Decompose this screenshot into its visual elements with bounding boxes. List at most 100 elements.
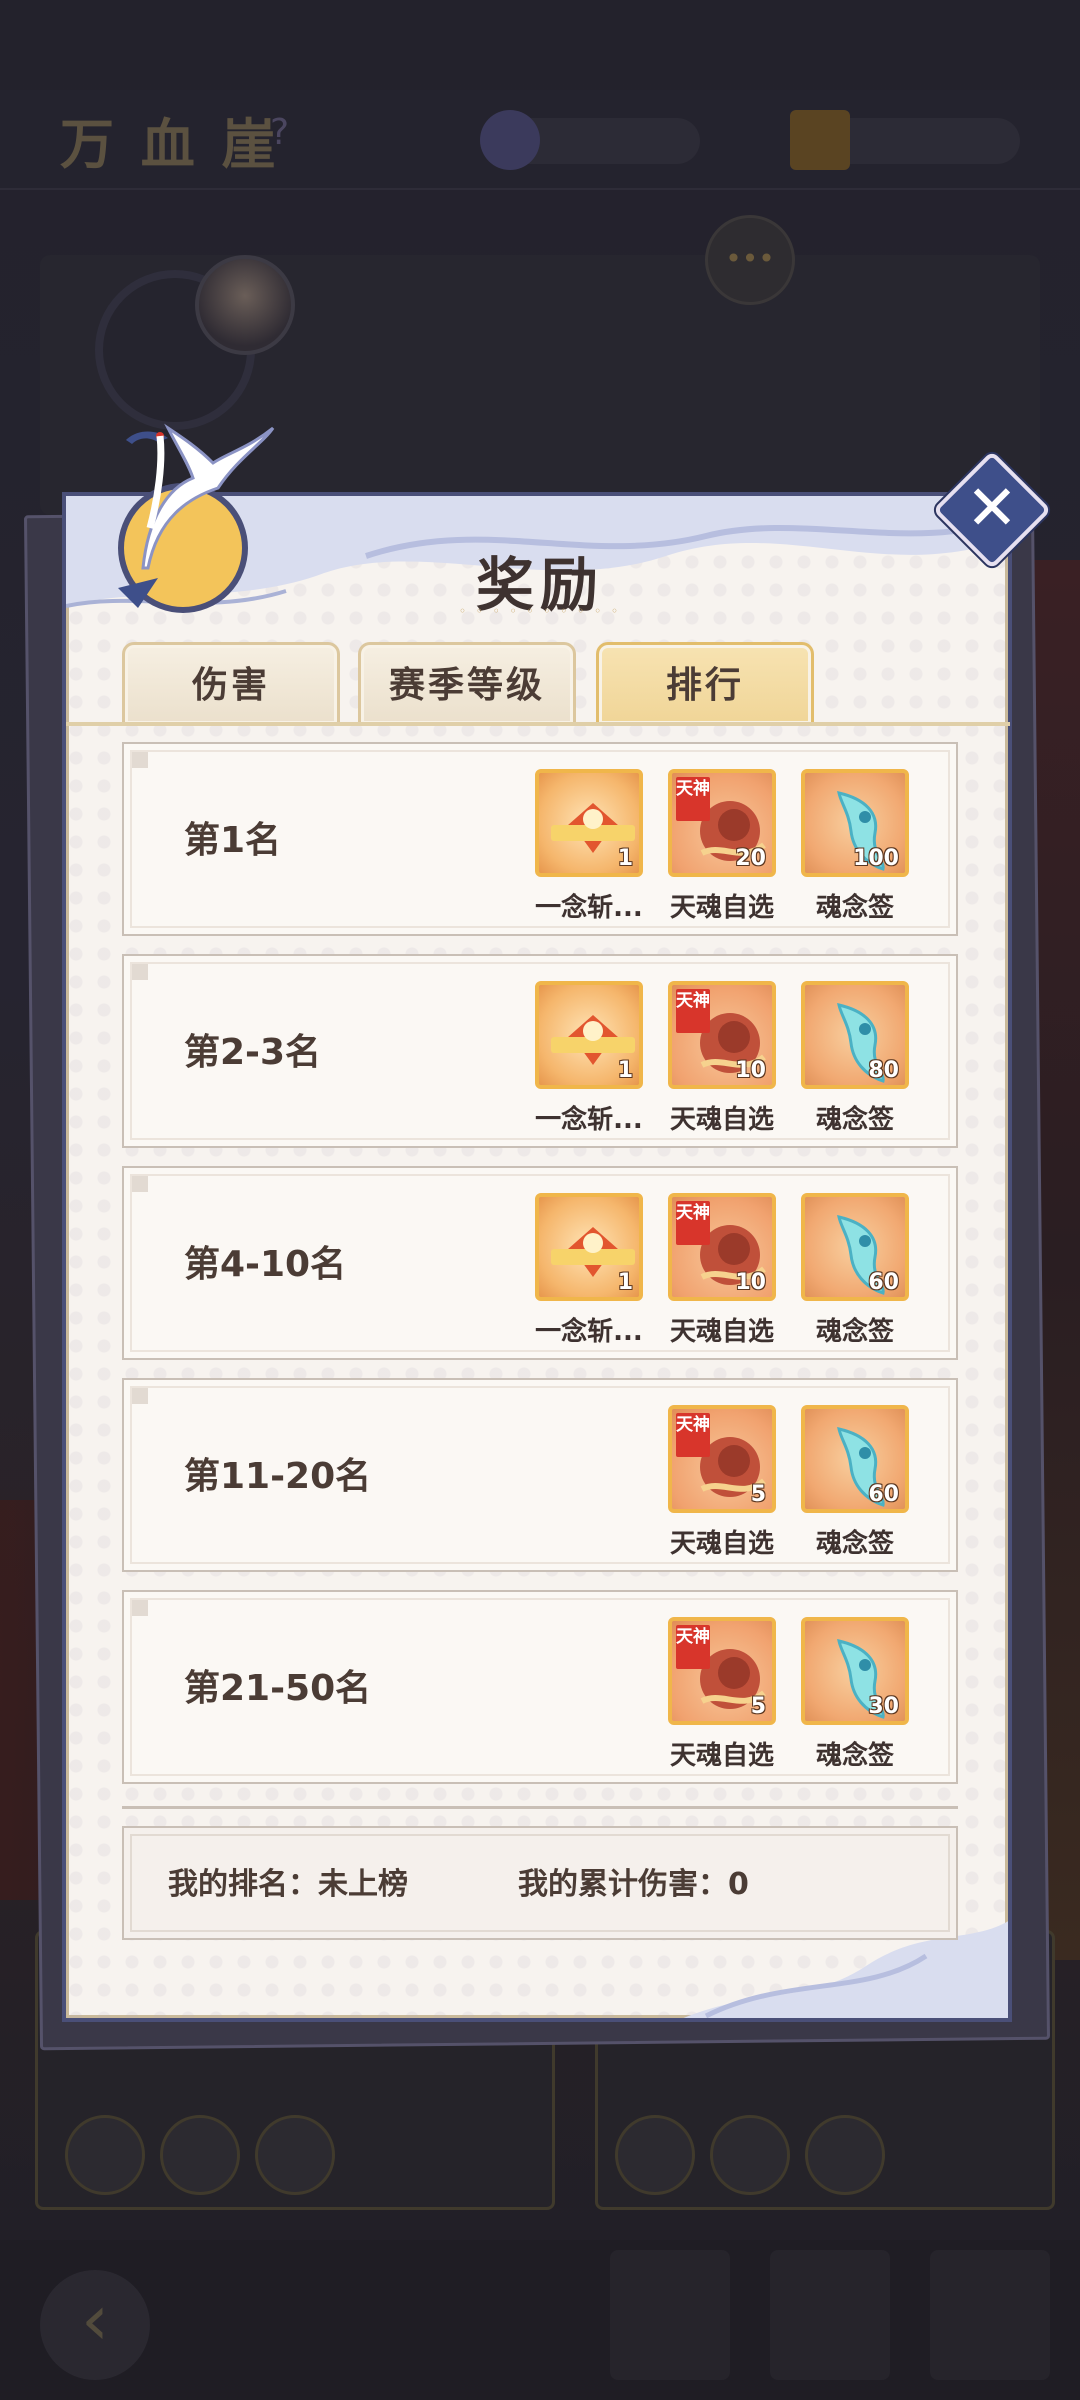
background-title: 万 血 崖	[60, 113, 280, 176]
item-name: 天魂自选	[669, 893, 774, 923]
item-count: 30	[868, 1694, 899, 1719]
item-count: 20	[735, 846, 766, 871]
tianhun-select-icon[interactable]: 天神 20	[668, 769, 776, 877]
background-nav-button	[930, 2250, 1050, 2380]
item-count: 80	[868, 1058, 899, 1083]
reward-item[interactable]: 天神 10 天魂自选	[662, 1193, 782, 1348]
item-tag: 天神	[676, 1201, 710, 1245]
row-corner-decoration	[132, 752, 148, 768]
item-name: 魂念签	[815, 1529, 894, 1559]
tianhun-select-icon[interactable]: 天神 10	[668, 1193, 776, 1301]
tab-ranking[interactable]: 排行	[596, 642, 814, 724]
background-slot-button	[710, 2115, 790, 2195]
reward-item[interactable]: 100 魂念签	[795, 769, 915, 924]
rank-label: 第4-10名	[184, 1244, 347, 1285]
reward-item[interactable]: 1 一念斩...	[529, 1193, 649, 1348]
item-name: 天魂自选	[669, 1529, 774, 1559]
item-count: 5	[750, 1482, 766, 1507]
item-tag: 天神	[676, 989, 710, 1033]
back-arrow-icon: ‹	[40, 2270, 150, 2380]
item-name: 一念斩...	[535, 893, 643, 923]
rank-label: 第2-3名	[184, 1032, 322, 1073]
list-divider	[122, 1806, 958, 1809]
item-count: 5	[750, 1694, 766, 1719]
reward-item[interactable]: 天神 5 天魂自选	[662, 1617, 782, 1772]
background-slot-button	[255, 2115, 335, 2195]
background-slot-button	[805, 2115, 885, 2195]
item-name: 魂念签	[815, 1741, 894, 1771]
rank-reward-row: 第1名 1 一念斩... 天神 20 天魂自选 100 魂念签	[122, 742, 958, 936]
tab-season-level[interactable]: 赛季等级	[358, 642, 576, 724]
my-ranking-panel: 我的排名：未上榜 我的累计伤害：0	[122, 1826, 958, 1940]
row-corner-decoration	[132, 964, 148, 980]
hunnian-lot-icon[interactable]: 30	[801, 1617, 909, 1725]
item-count: 60	[868, 1270, 899, 1295]
reward-item[interactable]: 天神 20 天魂自选	[662, 769, 782, 924]
background-slot-button	[160, 2115, 240, 2195]
tab-divider	[66, 722, 1010, 726]
my-rank-text: 我的排名：未上榜	[168, 1867, 408, 1902]
item-name: 魂念签	[815, 1317, 894, 1347]
item-count: 60	[868, 1482, 899, 1507]
title-ornament: ◦ ◦ ◦ ◦ ◦ ◦ ◦ ◦ ◦ ◦	[458, 604, 622, 618]
tianhun-select-icon[interactable]: 天神 5	[668, 1617, 776, 1725]
item-name: 魂念签	[815, 1105, 894, 1135]
reward-item[interactable]: 60 魂念签	[795, 1193, 915, 1348]
background-nav-button	[610, 2250, 730, 2380]
reward-item[interactable]: 30 魂念签	[795, 1617, 915, 1772]
item-tag: 天神	[676, 777, 710, 821]
background-plus-button	[615, 2115, 695, 2195]
hunnian-lot-icon[interactable]: 60	[801, 1193, 909, 1301]
row-corner-decoration	[132, 1600, 148, 1616]
tab-damage[interactable]: 伤害	[122, 642, 340, 724]
item-name: 魂念签	[815, 893, 894, 923]
chat-bubble-icon	[705, 215, 795, 305]
rank-reward-list[interactable]: 第1名 1 一念斩... 天神 20 天魂自选 100 魂念签 第2-3名 1 一念斩... 天神 10…	[122, 742, 958, 1810]
hunnian-lot-icon[interactable]: 100	[801, 769, 909, 877]
rank-reward-row: 第2-3名 1 一念斩... 天神 10 天魂自选 80 魂念签	[122, 954, 958, 1148]
tianhun-select-icon[interactable]: 天神 10	[668, 981, 776, 1089]
rank-reward-row: 第4-10名 1 一念斩... 天神 10 天魂自选 60 魂念签	[122, 1166, 958, 1360]
reward-item[interactable]: 天神 10 天魂自选	[662, 981, 782, 1136]
background-resource-2	[790, 110, 1020, 170]
rank-reward-row: 第11-20名 天神 5 天魂自选 60 魂念签	[122, 1378, 958, 1572]
background-nav-button	[770, 2250, 890, 2380]
item-count: 10	[735, 1058, 766, 1083]
reward-item[interactable]: 80 魂念签	[795, 981, 915, 1136]
tianhun-select-icon[interactable]: 天神 5	[668, 1405, 776, 1513]
item-tag: 天神	[676, 1413, 710, 1457]
item-name: 天魂自选	[669, 1741, 774, 1771]
tab-bar: 伤害 赛季等级 排行	[122, 642, 822, 724]
rank-label: 第11-20名	[184, 1456, 372, 1497]
reward-item[interactable]: 天神 5 天魂自选	[662, 1405, 782, 1560]
hunnian-lot-icon[interactable]: 80	[801, 981, 909, 1089]
item-tag: 天神	[676, 1625, 710, 1669]
item-name: 一念斩...	[535, 1317, 643, 1347]
item-count: 100	[853, 846, 899, 871]
item-name: 天魂自选	[669, 1317, 774, 1347]
yinian-item-icon[interactable]: 1	[535, 981, 643, 1089]
help-icon: ?	[270, 112, 290, 153]
row-corner-decoration	[132, 1176, 148, 1192]
item-count: 10	[735, 1270, 766, 1295]
item-count: 1	[617, 1058, 633, 1083]
item-name: 一念斩...	[535, 1105, 643, 1135]
background-avatar	[195, 255, 295, 355]
energy-icon	[790, 110, 850, 170]
background-resource-1	[480, 110, 700, 170]
rank-reward-row: 第21-50名 天神 5 天魂自选 30 魂念签	[122, 1590, 958, 1784]
reward-item[interactable]: 1 一念斩...	[529, 981, 649, 1136]
reward-item[interactable]: 60 魂念签	[795, 1405, 915, 1560]
reward-item[interactable]: 1 一念斩...	[529, 769, 649, 924]
item-name: 天魂自选	[669, 1105, 774, 1135]
item-count: 1	[617, 846, 633, 871]
my-damage-text: 我的累计伤害：0	[518, 1867, 749, 1902]
yinian-item-icon[interactable]: 1	[535, 1193, 643, 1301]
background-bottom-bar	[0, 2240, 1080, 2400]
item-count: 1	[617, 1270, 633, 1295]
hunnian-lot-icon[interactable]: 60	[801, 1405, 909, 1513]
row-corner-decoration	[132, 1388, 148, 1404]
yinian-item-icon[interactable]: 1	[535, 769, 643, 877]
background-plus-button	[65, 2115, 145, 2195]
rank-label: 第21-50名	[184, 1668, 372, 1709]
